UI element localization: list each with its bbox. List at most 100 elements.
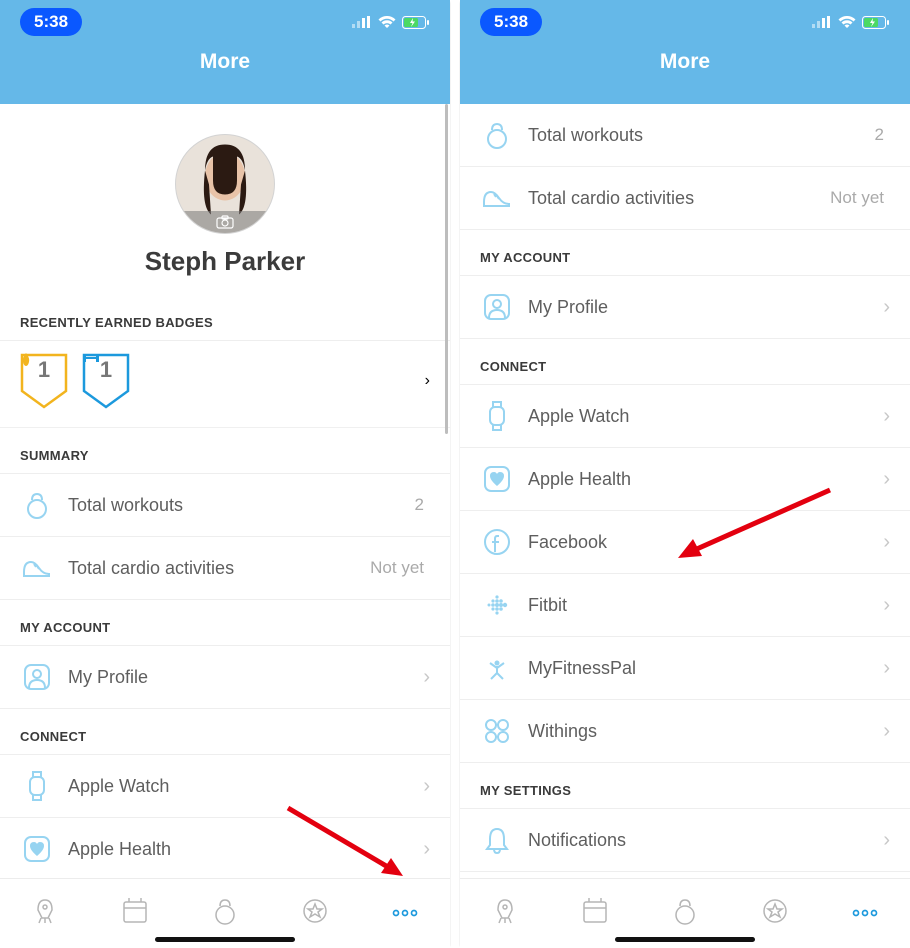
profile-block: Steph Parker bbox=[0, 104, 450, 295]
header: 5:38 More bbox=[0, 0, 450, 104]
camera-overlay bbox=[176, 211, 274, 233]
row-label: Withings bbox=[528, 721, 883, 742]
row-label: Facebook bbox=[528, 532, 883, 553]
chevron-right-icon: › bbox=[883, 405, 890, 428]
row-fitbit[interactable]: Fitbit › bbox=[460, 574, 910, 637]
page-title: More bbox=[0, 44, 450, 74]
row-value: 2 bbox=[415, 495, 424, 515]
row-label: Notifications bbox=[528, 830, 883, 851]
heart-icon bbox=[20, 832, 54, 866]
row-workouts[interactable]: Total workouts 2 bbox=[460, 104, 910, 167]
profile-icon bbox=[20, 660, 54, 694]
chevron-right-icon: › bbox=[883, 468, 890, 491]
header: 5:38 More bbox=[460, 0, 910, 104]
camera-icon bbox=[216, 215, 234, 229]
chevron-right-icon: › bbox=[423, 838, 430, 861]
home-indicator[interactable] bbox=[615, 937, 755, 942]
status-bar: 5:38 bbox=[460, 0, 910, 44]
row-workouts[interactable]: Total workouts 2 bbox=[0, 474, 450, 537]
tab-star[interactable] bbox=[300, 896, 330, 931]
profile-icon bbox=[480, 290, 514, 324]
facebook-icon bbox=[480, 525, 514, 559]
wifi-icon bbox=[378, 16, 396, 29]
row-label: Apple Health bbox=[528, 469, 883, 490]
tab-more[interactable] bbox=[390, 905, 420, 923]
tab-star[interactable] bbox=[760, 896, 790, 931]
row-label: My Profile bbox=[68, 667, 423, 688]
tab-kettlebell[interactable] bbox=[210, 896, 240, 931]
page-title: More bbox=[460, 44, 910, 74]
tab-rocket[interactable] bbox=[30, 896, 60, 931]
kettlebell-icon bbox=[20, 488, 54, 522]
battery-icon bbox=[862, 16, 890, 29]
tab-calendar[interactable] bbox=[120, 896, 150, 931]
shoe-icon bbox=[480, 181, 514, 215]
row-profile[interactable]: My Profile › bbox=[0, 646, 450, 709]
status-bar: 5:38 bbox=[0, 0, 450, 44]
signal-icon bbox=[352, 16, 372, 28]
chevron-right-icon: › bbox=[425, 372, 430, 390]
row-apple-watch[interactable]: Apple Watch › bbox=[0, 755, 450, 818]
row-facebook[interactable]: Facebook › bbox=[460, 511, 910, 574]
kettlebell-icon bbox=[480, 118, 514, 152]
withings-icon bbox=[480, 714, 514, 748]
row-apple-health[interactable]: Apple Health › bbox=[0, 818, 450, 878]
chevron-right-icon: › bbox=[883, 829, 890, 852]
scroll-indicator[interactable] bbox=[445, 104, 448, 434]
row-withings[interactable]: Withings › bbox=[460, 700, 910, 763]
chevron-right-icon: › bbox=[883, 720, 890, 743]
phone-right: 5:38 More Total workouts 2 Total cardio … bbox=[460, 0, 910, 948]
row-apple-watch[interactable]: Apple Watch › bbox=[460, 385, 910, 448]
chevron-right-icon: › bbox=[883, 657, 890, 680]
tab-more[interactable] bbox=[850, 905, 880, 923]
wifi-icon bbox=[838, 16, 856, 29]
tab-calendar[interactable] bbox=[580, 896, 610, 931]
badges-row[interactable]: 1 1 › bbox=[0, 341, 450, 428]
home-indicator[interactable] bbox=[155, 937, 295, 942]
content-right: Total workouts 2 Total cardio activities… bbox=[460, 104, 910, 878]
myfitnesspal-icon bbox=[480, 651, 514, 685]
section-connect: CONNECT bbox=[460, 339, 910, 385]
row-myfitnesspal[interactable]: MyFitnessPal › bbox=[460, 637, 910, 700]
row-value: 2 bbox=[875, 125, 884, 145]
row-label: Apple Watch bbox=[68, 776, 423, 797]
row-label: Total workouts bbox=[68, 495, 415, 516]
heart-icon bbox=[480, 462, 514, 496]
row-notifications[interactable]: Notifications › bbox=[460, 809, 910, 872]
fitbit-icon bbox=[480, 588, 514, 622]
row-cardio[interactable]: Total cardio activities Not yet bbox=[460, 167, 910, 230]
section-badges: RECENTLY EARNED BADGES bbox=[0, 295, 450, 341]
status-icons bbox=[812, 16, 890, 29]
profile-name: Steph Parker bbox=[0, 246, 450, 277]
content-left: Steph Parker RECENTLY EARNED BADGES 1 1 … bbox=[0, 104, 450, 878]
dumbbell-icon bbox=[82, 353, 100, 363]
row-profile[interactable]: My Profile › bbox=[460, 276, 910, 339]
badge-value: 1 bbox=[100, 357, 112, 383]
status-time: 5:38 bbox=[20, 8, 82, 36]
row-label: Apple Watch bbox=[528, 406, 883, 427]
row-units[interactable]: Units › bbox=[460, 872, 910, 878]
flame-icon bbox=[20, 353, 32, 367]
section-account: MY ACCOUNT bbox=[0, 600, 450, 646]
section-connect: CONNECT bbox=[0, 709, 450, 755]
signal-icon bbox=[812, 16, 832, 28]
avatar[interactable] bbox=[175, 134, 275, 234]
tab-rocket[interactable] bbox=[490, 896, 520, 931]
tab-kettlebell[interactable] bbox=[670, 896, 700, 931]
row-value: Not yet bbox=[830, 188, 884, 208]
row-cardio[interactable]: Total cardio activities Not yet bbox=[0, 537, 450, 600]
row-label: My Profile bbox=[528, 297, 883, 318]
badge-value: 1 bbox=[38, 357, 50, 383]
row-label: Apple Health bbox=[68, 839, 423, 860]
chevron-right-icon: › bbox=[423, 775, 430, 798]
section-account: MY ACCOUNT bbox=[460, 230, 910, 276]
row-label: Total workouts bbox=[528, 125, 875, 146]
section-summary: SUMMARY bbox=[0, 428, 450, 474]
shoe-icon bbox=[20, 551, 54, 585]
row-value: Not yet bbox=[370, 558, 424, 578]
row-apple-health[interactable]: Apple Health › bbox=[460, 448, 910, 511]
chevron-right-icon: › bbox=[883, 531, 890, 554]
watch-icon bbox=[480, 399, 514, 433]
section-settings: MY SETTINGS bbox=[460, 763, 910, 809]
chevron-right-icon: › bbox=[883, 594, 890, 617]
